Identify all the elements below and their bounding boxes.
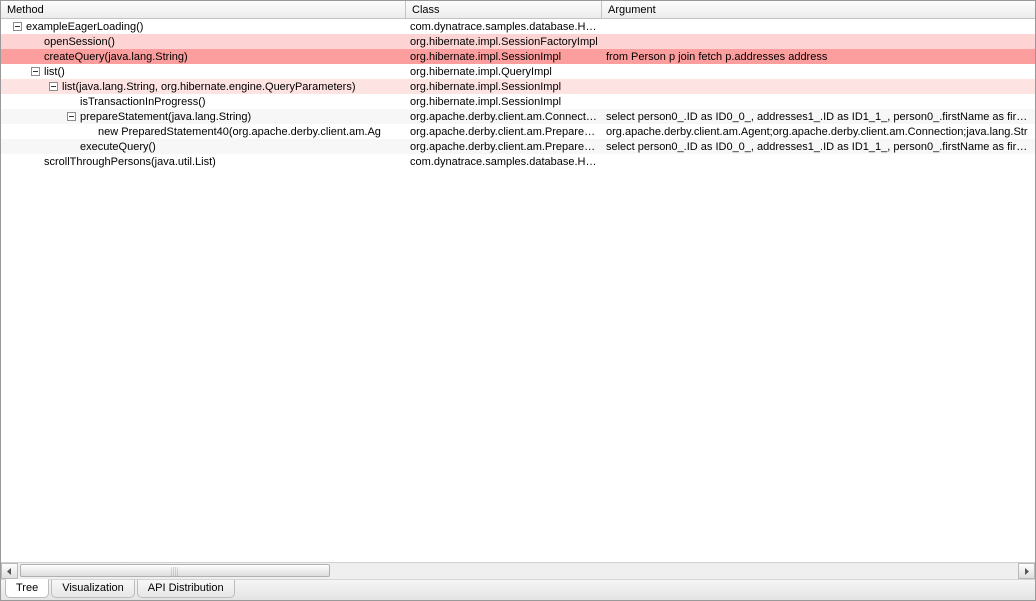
argument-label: select person0_.ID as ID0_0_, addresses1… <box>602 141 1035 153</box>
col-class[interactable]: Class <box>406 1 602 18</box>
tree-row[interactable]: exampleEagerLoading() com.dynatrace.sampl… <box>1 19 1035 34</box>
class-label: com.dynatrace.samples.database.Hibern... <box>406 156 602 168</box>
bottom-tabs: Tree Visualization API Distribution <box>1 579 1035 600</box>
class-label: org.apache.derby.client.am.PreparedSta..… <box>406 141 602 153</box>
tab-visualization[interactable]: Visualization <box>51 580 135 598</box>
method-label: prepareStatement(java.lang.String) <box>80 111 251 123</box>
tab-api-distribution[interactable]: API Distribution <box>137 580 235 598</box>
tree-row[interactable]: executeQuery() org.apache.derby.client.am… <box>1 139 1035 154</box>
col-class-label: Class <box>412 4 440 16</box>
collapse-icon[interactable] <box>67 112 76 121</box>
class-label: org.apache.derby.client.am.PreparedSta..… <box>406 126 602 138</box>
tree-row[interactable]: list() org.hibernate.impl.QueryImpl <box>1 64 1035 79</box>
tab-api-label: API Distribution <box>148 582 224 594</box>
col-method-label: Method <box>7 4 44 16</box>
method-label: executeQuery() <box>80 141 156 153</box>
scroll-left-button[interactable] <box>1 563 18 579</box>
class-label: org.hibernate.impl.SessionImpl <box>406 51 602 63</box>
chevron-left-icon <box>6 568 13 575</box>
tree-row[interactable]: openSession() org.hibernate.impl.SessionF… <box>1 34 1035 49</box>
tab-tree[interactable]: Tree <box>5 579 49 598</box>
chevron-right-icon <box>1023 568 1030 575</box>
tree-body[interactable]: exampleEagerLoading() com.dynatrace.sampl… <box>1 19 1035 562</box>
class-label: org.hibernate.impl.SessionImpl <box>406 96 602 108</box>
collapse-icon[interactable] <box>49 82 58 91</box>
tab-tree-label: Tree <box>16 582 38 594</box>
collapse-icon[interactable] <box>13 22 22 31</box>
class-label: org.hibernate.impl.SessionImpl <box>406 81 602 93</box>
class-label: org.hibernate.impl.QueryImpl <box>406 66 602 78</box>
method-label: isTransactionInProgress() <box>80 96 206 108</box>
argument-label: org.apache.derby.client.am.Agent;org.apa… <box>602 126 1035 138</box>
class-label: com.dynatrace.samples.database.Hibern... <box>406 21 602 33</box>
method-label: exampleEagerLoading() <box>26 21 143 33</box>
method-label: openSession() <box>44 36 115 48</box>
scroll-right-button[interactable] <box>1018 563 1035 579</box>
class-label: org.apache.derby.client.am.Connection <box>406 111 602 123</box>
trace-panel: Method Class Argument exampleEagerLoadin… <box>0 0 1036 601</box>
scroll-track[interactable] <box>18 563 1018 579</box>
col-argument[interactable]: Argument <box>602 1 1035 18</box>
tree-row[interactable]: prepareStatement(java.lang.String) org.ap… <box>1 109 1035 124</box>
method-label: list(java.lang.String, org.hibernate.eng… <box>62 81 355 93</box>
col-argument-label: Argument <box>608 4 656 16</box>
method-label: new PreparedStatement40(org.apache.derby… <box>98 126 381 138</box>
hscrollbar[interactable] <box>1 562 1035 579</box>
argument-label: from Person p join fetch p.addresses add… <box>602 51 1035 63</box>
tab-visualization-label: Visualization <box>62 582 124 594</box>
tree-row[interactable]: createQuery(java.lang.String) org.hiberna… <box>1 49 1035 64</box>
tree-row[interactable]: new PreparedStatement40(org.apache.derby… <box>1 124 1035 139</box>
col-method[interactable]: Method <box>1 1 406 18</box>
scroll-thumb[interactable] <box>20 564 330 577</box>
method-label: scrollThroughPersons(java.util.List) <box>44 156 216 168</box>
tree-row[interactable]: isTransactionInProgress() org.hibernate.i… <box>1 94 1035 109</box>
method-label: list() <box>44 66 65 78</box>
class-label: org.hibernate.impl.SessionFactoryImpl <box>406 36 602 48</box>
method-label: createQuery(java.lang.String) <box>44 51 188 63</box>
tree-row[interactable]: scrollThroughPersons(java.util.List) com.… <box>1 154 1035 169</box>
collapse-icon[interactable] <box>31 67 40 76</box>
argument-label: select person0_.ID as ID0_0_, addresses1… <box>602 111 1035 123</box>
column-headers: Method Class Argument <box>1 1 1035 19</box>
tree-row[interactable]: list(java.lang.String, org.hibernate.eng… <box>1 79 1035 94</box>
